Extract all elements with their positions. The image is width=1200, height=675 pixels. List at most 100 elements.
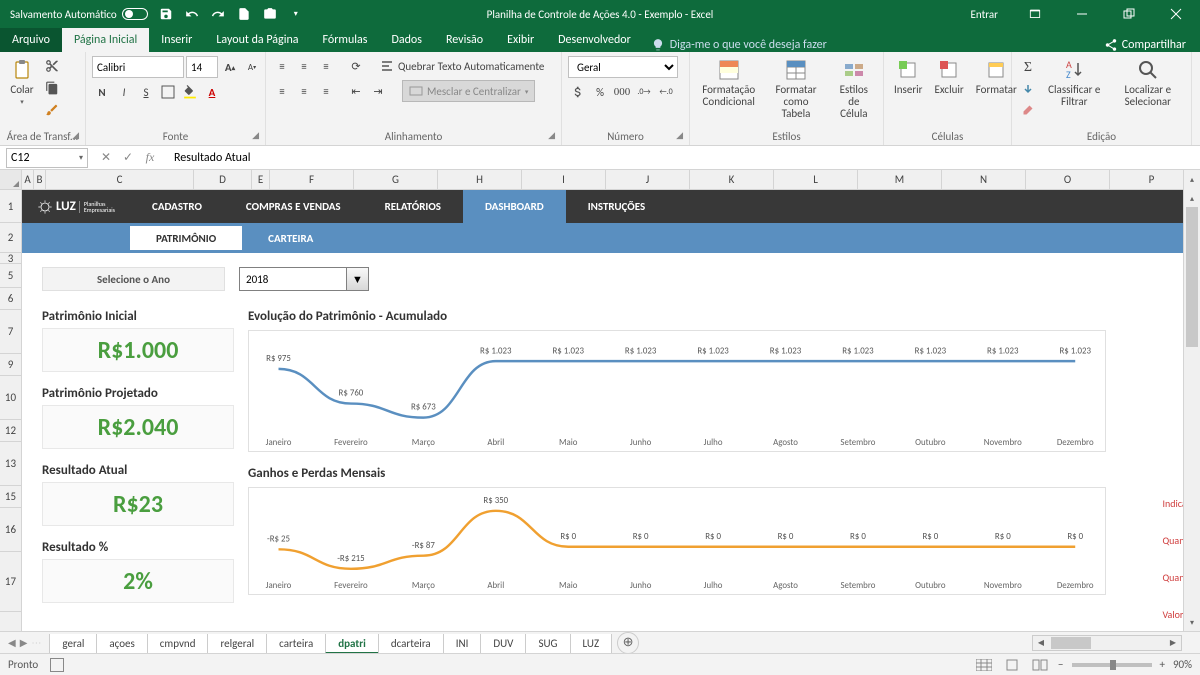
- font-color-button[interactable]: A: [202, 82, 222, 102]
- dashboard-menu-item[interactable]: COMPRAS E VENDAS: [224, 190, 363, 223]
- zoom-slider[interactable]: [1072, 663, 1152, 667]
- increase-font-button[interactable]: A▴: [220, 57, 240, 77]
- dashboard-subtab[interactable]: CARTEIRA: [242, 226, 339, 250]
- wrap-text-button[interactable]: Quebrar Texto Automaticamente: [380, 59, 544, 73]
- toggle-switch[interactable]: [122, 8, 148, 20]
- normal-view-button[interactable]: [974, 657, 994, 673]
- fx-button[interactable]: fx: [142, 150, 158, 165]
- currency-button[interactable]: [568, 82, 588, 102]
- insert-cells-button[interactable]: Inserir: [890, 56, 927, 98]
- align-center[interactable]: ≡: [294, 81, 314, 101]
- column-header[interactable]: I: [522, 170, 606, 189]
- align-middle[interactable]: ≡: [294, 56, 314, 76]
- row-header[interactable]: 5: [0, 264, 21, 288]
- copy-button[interactable]: [42, 78, 62, 98]
- alignment-dialog-launcher[interactable]: ◢: [548, 130, 555, 141]
- align-right[interactable]: ≡: [316, 81, 336, 101]
- row-header[interactable]: 17: [0, 552, 21, 612]
- zoom-in-button[interactable]: +: [1160, 658, 1165, 671]
- sheet-tab[interactable]: LUZ: [570, 634, 613, 654]
- select-all-corner[interactable]: [0, 170, 22, 189]
- increase-decimal[interactable]: .0→: [634, 82, 654, 102]
- decrease-decimal[interactable]: ←.0: [656, 82, 676, 102]
- dashboard-subtab[interactable]: PATRIMÔNIO: [130, 226, 242, 250]
- dashboard-menu-item[interactable]: CADASTRO: [130, 190, 224, 223]
- sheet-tab[interactable]: relgeral: [207, 634, 267, 654]
- minimize-button[interactable]: [1059, 0, 1104, 28]
- decrease-font-button[interactable]: A▾: [242, 57, 262, 77]
- row-header[interactable]: 7: [0, 310, 21, 354]
- zoom-value[interactable]: 90%: [1173, 658, 1192, 671]
- signin-button[interactable]: Entrar: [959, 8, 1010, 21]
- fill-button[interactable]: [1018, 79, 1038, 99]
- tab-formulas[interactable]: Fórmulas: [311, 28, 380, 52]
- ribbon-options-icon[interactable]: [1012, 0, 1057, 28]
- sheet-tab[interactable]: dpatri: [325, 634, 379, 654]
- align-left[interactable]: ≡: [272, 81, 292, 101]
- sheet-tab[interactable]: carteira: [266, 634, 326, 654]
- year-select[interactable]: 2018 ▼: [239, 267, 369, 291]
- column-header[interactable]: P: [1110, 170, 1194, 189]
- bold-button[interactable]: N: [92, 82, 112, 102]
- percent-button[interactable]: %: [590, 82, 610, 102]
- clipboard-dialog-launcher[interactable]: ◢: [72, 130, 79, 141]
- autosave-toggle[interactable]: Salvamento Automático: [10, 8, 148, 21]
- hscroll-thumb[interactable]: [1051, 637, 1091, 649]
- format-table-button[interactable]: Formatar como Tabela: [765, 56, 826, 122]
- add-sheet-button[interactable]: ⊕: [617, 632, 639, 654]
- sheet-tab[interactable]: SUG: [525, 634, 570, 654]
- scroll-down-button[interactable]: ▾: [1184, 614, 1200, 631]
- row-header[interactable]: 10: [0, 376, 21, 420]
- undo-icon[interactable]: [184, 6, 200, 22]
- column-header[interactable]: D: [194, 170, 252, 189]
- row-header[interactable]: 3: [0, 253, 21, 264]
- scroll-collapse[interactable]: ▴: [1183, 170, 1200, 190]
- align-bottom[interactable]: ≡: [316, 56, 336, 76]
- dashboard-menu-item[interactable]: DASHBOARD: [463, 190, 566, 223]
- column-header[interactable]: A: [22, 170, 34, 189]
- dashboard-menu-item[interactable]: RELATÓRIOS: [363, 190, 463, 223]
- orientation-button[interactable]: ⟳: [346, 56, 366, 76]
- delete-cells-button[interactable]: Excluir: [931, 56, 968, 98]
- tab-view[interactable]: Exibir: [495, 28, 546, 52]
- row-header[interactable]: 15: [0, 486, 21, 508]
- italic-button[interactable]: I: [114, 82, 134, 102]
- name-box[interactable]: C12▾: [6, 148, 88, 168]
- tell-me-search[interactable]: Diga-me o que você deseja fazer: [651, 38, 827, 52]
- camera-icon[interactable]: [262, 6, 278, 22]
- find-select-button[interactable]: Localizar e Selecionar: [1111, 56, 1185, 110]
- tab-review[interactable]: Revisão: [434, 28, 495, 52]
- column-header[interactable]: L: [774, 170, 858, 189]
- qat-more-icon[interactable]: ▾: [288, 6, 304, 22]
- scroll-left-button[interactable]: ◀: [1033, 638, 1049, 648]
- horizontal-scrollbar[interactable]: ◀ ▶: [1032, 635, 1182, 651]
- cut-button[interactable]: [42, 56, 62, 76]
- comma-button[interactable]: 000: [612, 82, 632, 102]
- row-header[interactable]: 9: [0, 354, 21, 376]
- sheet-tab[interactable]: INI: [443, 634, 482, 654]
- sheet-tab[interactable]: geral: [49, 634, 97, 654]
- next-sheet-button[interactable]: ▶: [20, 636, 28, 649]
- accept-formula-button[interactable]: ✓: [120, 150, 136, 165]
- font-name-select[interactable]: [92, 56, 184, 78]
- zoom-out-button[interactable]: −: [1058, 658, 1063, 671]
- font-size-select[interactable]: [186, 56, 218, 78]
- number-format-select[interactable]: Geral: [568, 56, 678, 78]
- font-dialog-launcher[interactable]: ◢: [252, 130, 259, 141]
- column-header[interactable]: K: [690, 170, 774, 189]
- sort-filter-button[interactable]: AZ Classificar e Filtrar: [1042, 56, 1107, 110]
- increase-indent[interactable]: ⇥: [368, 81, 388, 101]
- tab-developer[interactable]: Desenvolvedor: [546, 28, 643, 52]
- tab-data[interactable]: Dados: [379, 28, 433, 52]
- tab-layout[interactable]: Layout da Página: [204, 28, 310, 52]
- align-top[interactable]: ≡: [272, 56, 292, 76]
- cancel-formula-button[interactable]: ✕: [98, 150, 114, 165]
- page-break-view-button[interactable]: [1030, 657, 1050, 673]
- column-header[interactable]: M: [858, 170, 942, 189]
- column-header[interactable]: B: [34, 170, 46, 189]
- scroll-thumb[interactable]: [1186, 207, 1198, 347]
- macro-record-button[interactable]: [50, 658, 64, 672]
- close-button[interactable]: [1153, 0, 1198, 28]
- row-header[interactable]: 13: [0, 442, 21, 486]
- maximize-button[interactable]: [1106, 0, 1151, 28]
